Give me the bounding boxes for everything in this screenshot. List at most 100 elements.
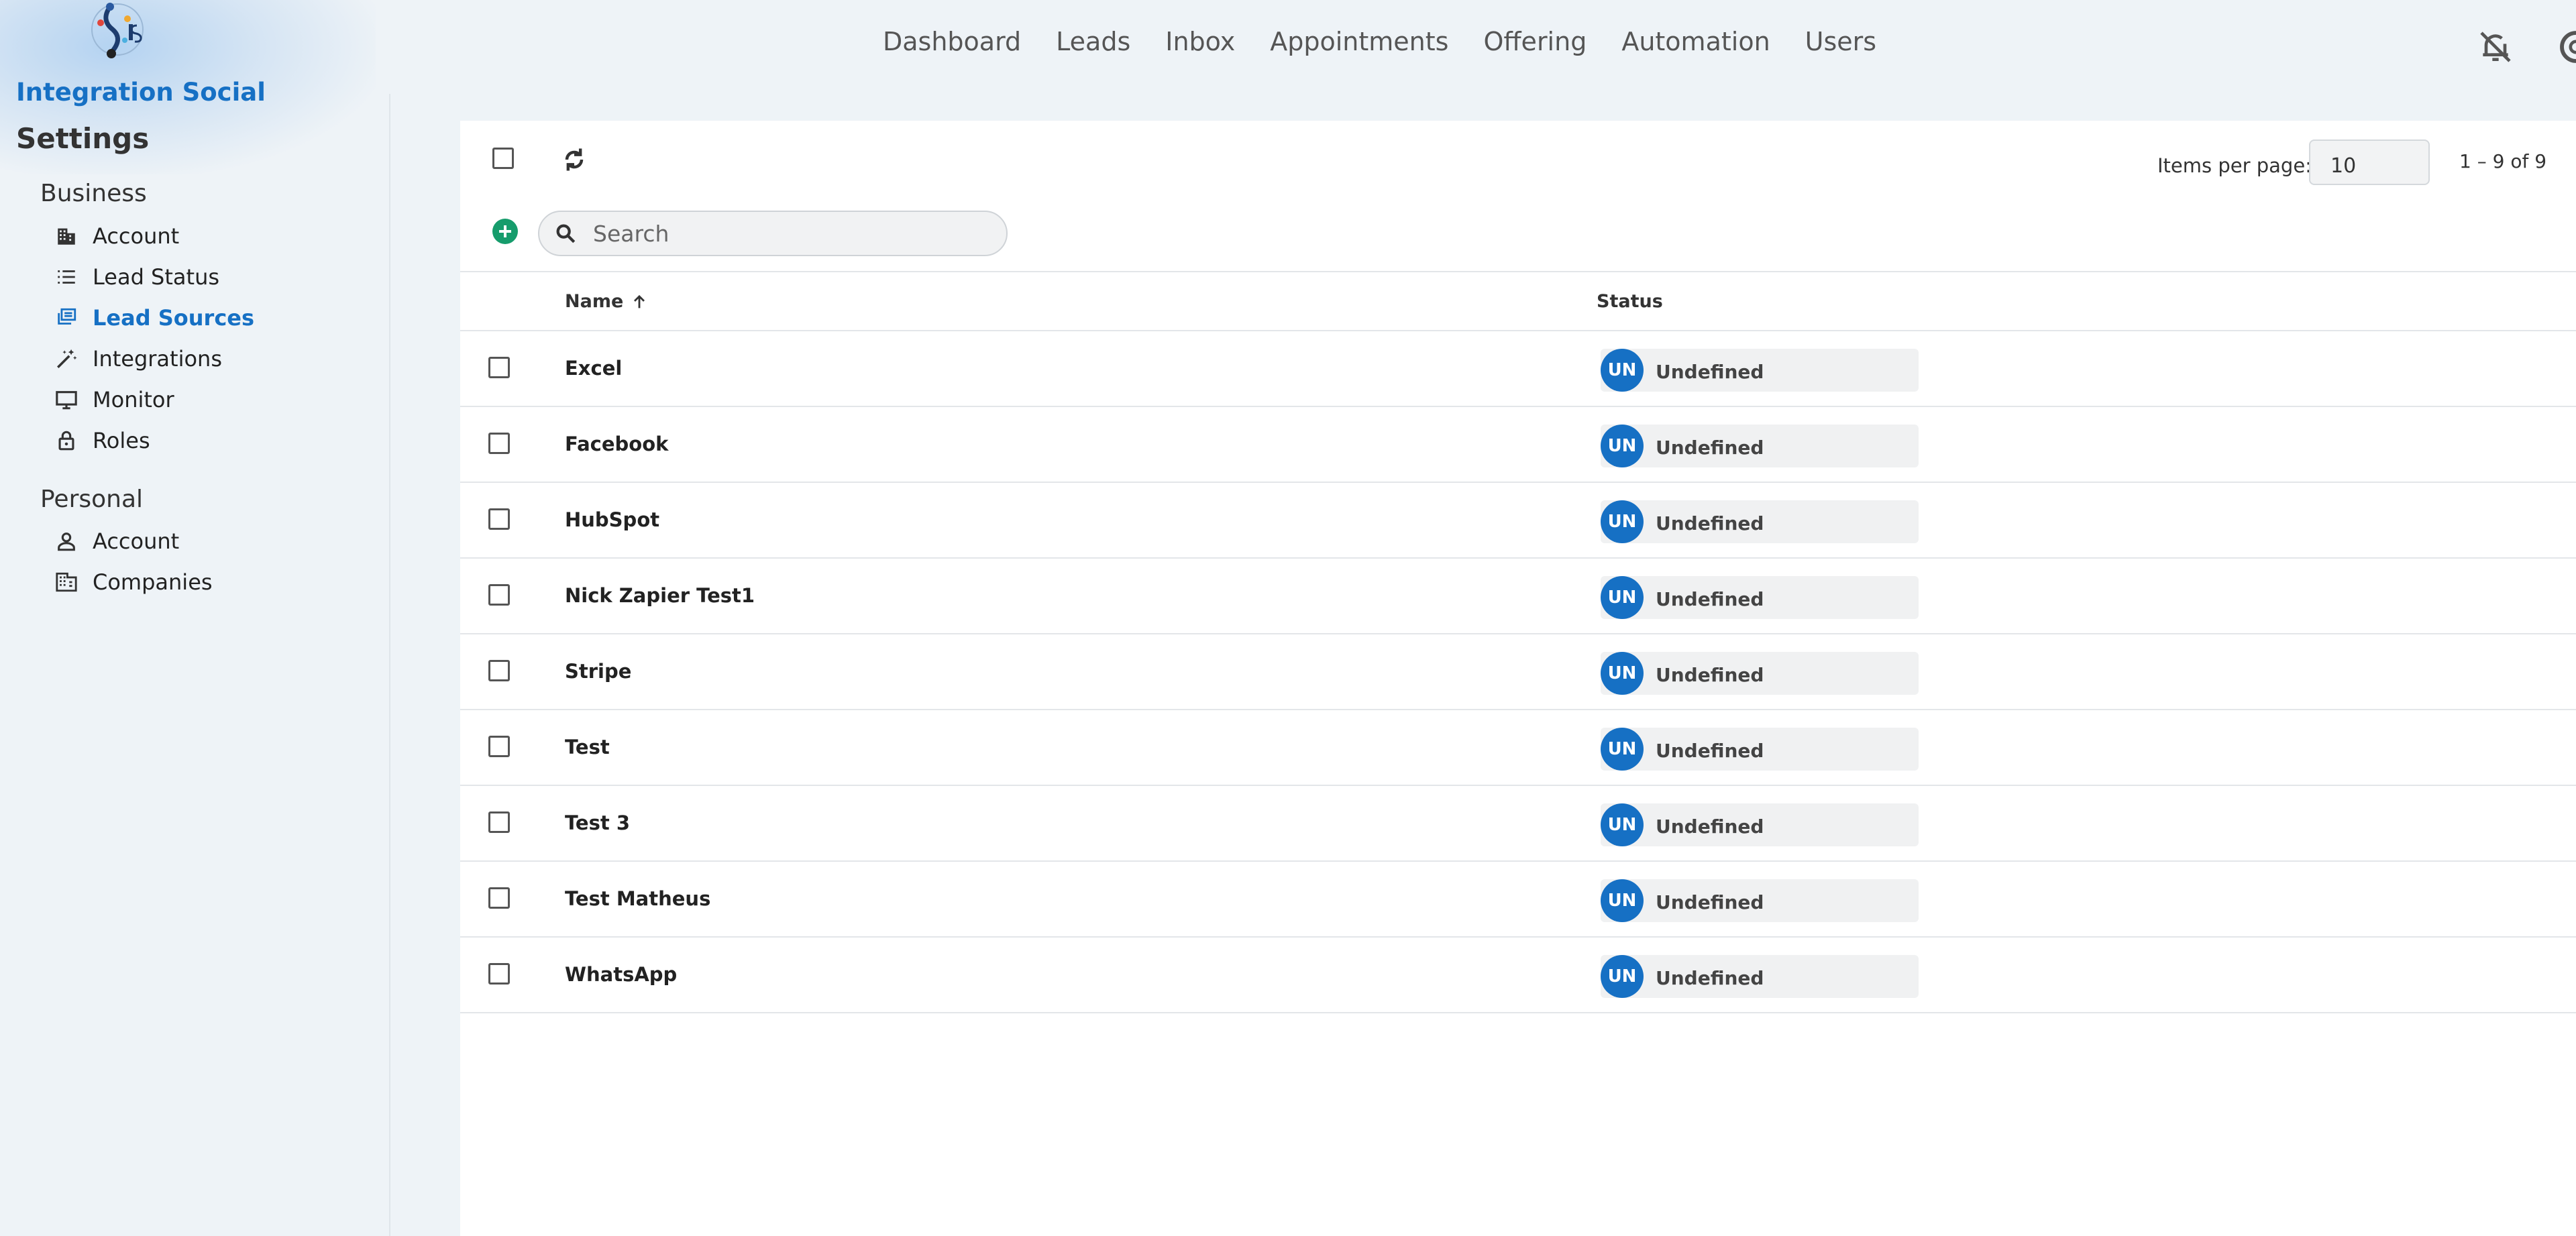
sidebar-item-companies[interactable]: Companies bbox=[54, 565, 213, 600]
table-row[interactable]: Test UN Undefined bbox=[460, 710, 2576, 786]
table-row[interactable]: Excel UN Undefined bbox=[460, 331, 2576, 407]
search-box[interactable] bbox=[538, 211, 1008, 256]
search-icon bbox=[556, 224, 576, 243]
status-label: Undefined bbox=[1656, 816, 1764, 838]
nav-users[interactable]: Users bbox=[1805, 27, 1876, 56]
sidebar-item-label: Companies bbox=[93, 569, 213, 595]
row-checkbox[interactable] bbox=[488, 736, 510, 757]
nav-dashboard[interactable]: Dashboard bbox=[883, 27, 1021, 56]
lead-source-name[interactable]: Test bbox=[565, 736, 610, 759]
status-avatar: UN bbox=[1601, 652, 1644, 695]
column-header-name[interactable]: Name bbox=[565, 291, 649, 312]
logo bbox=[91, 3, 144, 58]
list-icon bbox=[54, 264, 79, 290]
search-input[interactable] bbox=[592, 219, 983, 247]
sidebar-item-label: Lead Status bbox=[93, 264, 220, 290]
status-chip[interactable]: UN Undefined bbox=[1601, 955, 1919, 998]
table-row[interactable]: Facebook UN Undefined bbox=[460, 407, 2576, 483]
plus-icon bbox=[499, 225, 511, 237]
row-checkbox[interactable] bbox=[488, 887, 510, 909]
add-lead-source-button[interactable] bbox=[492, 219, 518, 244]
table-row[interactable]: Test 3 UN Undefined bbox=[460, 786, 2576, 862]
status-chip[interactable]: UN Undefined bbox=[1601, 879, 1919, 922]
building-icon bbox=[54, 223, 79, 249]
status-chip[interactable]: UN Undefined bbox=[1601, 652, 1919, 695]
sidebar-item-monitor[interactable]: Monitor bbox=[54, 382, 174, 417]
sidebar-item-label: Lead Sources bbox=[93, 305, 255, 331]
status-label: Undefined bbox=[1656, 588, 1764, 610]
row-checkbox[interactable] bbox=[488, 584, 510, 606]
status-chip[interactable]: UN Undefined bbox=[1601, 803, 1919, 846]
select-all-checkbox[interactable] bbox=[492, 148, 514, 169]
row-checkbox[interactable] bbox=[488, 433, 510, 454]
sidebar-item-personal-account[interactable]: Account bbox=[54, 524, 179, 559]
status-chip[interactable]: UN Undefined bbox=[1601, 500, 1919, 543]
table-row[interactable]: HubSpot UN Undefined bbox=[460, 483, 2576, 559]
nav-offering[interactable]: Offering bbox=[1483, 27, 1587, 56]
library-icon bbox=[54, 305, 79, 331]
status-avatar: UN bbox=[1601, 728, 1644, 771]
lead-source-name[interactable]: Stripe bbox=[565, 660, 631, 683]
status-avatar: UN bbox=[1601, 879, 1644, 922]
row-checkbox[interactable] bbox=[488, 357, 510, 378]
lead-source-name[interactable]: WhatsApp bbox=[565, 963, 677, 986]
status-label: Undefined bbox=[1656, 512, 1764, 535]
items-per-page-select[interactable]: 10 bbox=[2309, 139, 2430, 185]
table-row[interactable]: Nick Zapier Test1 UN Undefined bbox=[460, 559, 2576, 634]
status-avatar: UN bbox=[1601, 955, 1644, 998]
sidebar-item-label: Roles bbox=[93, 428, 150, 453]
nav-appointments[interactable]: Appointments bbox=[1270, 27, 1448, 56]
nav-inbox[interactable]: Inbox bbox=[1165, 27, 1235, 56]
status-label: Undefined bbox=[1656, 664, 1764, 686]
sidebar-item-account[interactable]: Account bbox=[54, 219, 179, 254]
sidebar-item-roles[interactable]: Roles bbox=[54, 423, 150, 458]
lead-source-name[interactable]: Excel bbox=[565, 357, 622, 380]
table-row[interactable]: Stripe UN Undefined bbox=[460, 634, 2576, 710]
sidebar-item-label: Account bbox=[93, 223, 180, 249]
status-avatar: UN bbox=[1601, 576, 1644, 619]
nav-leads[interactable]: Leads bbox=[1056, 27, 1130, 56]
nav-automation[interactable]: Automation bbox=[1621, 27, 1770, 56]
person-icon bbox=[54, 528, 79, 554]
status-avatar: UN bbox=[1601, 349, 1644, 392]
personal-section-label: Personal bbox=[40, 486, 144, 513]
status-avatar: UN bbox=[1601, 500, 1644, 543]
lead-source-name[interactable]: Nick Zapier Test1 bbox=[565, 584, 755, 607]
status-label: Undefined bbox=[1656, 967, 1764, 989]
status-chip[interactable]: UN Undefined bbox=[1601, 728, 1919, 771]
status-chip[interactable]: UN Undefined bbox=[1601, 349, 1919, 392]
sidebar-item-lead-status[interactable]: Lead Status bbox=[54, 260, 219, 294]
column-header-status[interactable]: Status bbox=[1597, 291, 1663, 312]
status-label: Undefined bbox=[1656, 740, 1764, 762]
status-label: Undefined bbox=[1656, 891, 1764, 913]
sidebar-divider bbox=[389, 94, 390, 1236]
row-checkbox[interactable] bbox=[488, 963, 510, 985]
sidebar-item-integrations[interactable]: Integrations bbox=[54, 341, 222, 376]
sidebar-item-label: Integrations bbox=[93, 346, 222, 372]
notifications-off-icon[interactable] bbox=[2477, 28, 2514, 66]
status-chip[interactable]: UN Undefined bbox=[1601, 425, 1919, 467]
lead-source-name[interactable]: HubSpot bbox=[565, 508, 659, 531]
sidebar-item-lead-sources[interactable]: Lead Sources bbox=[54, 300, 254, 335]
status-chip[interactable]: UN Undefined bbox=[1601, 576, 1919, 619]
lead-source-name[interactable]: Facebook bbox=[565, 433, 668, 455]
monitor-icon bbox=[54, 387, 79, 412]
refresh-icon[interactable] bbox=[559, 145, 589, 174]
table-row[interactable]: WhatsApp UN Undefined bbox=[460, 938, 2576, 1013]
lead-source-name[interactable]: Test Matheus bbox=[565, 887, 710, 910]
table-row[interactable]: Test Matheus UN Undefined bbox=[460, 862, 2576, 938]
magic-wand-icon bbox=[54, 346, 79, 372]
lead-source-name[interactable]: Test 3 bbox=[565, 811, 630, 834]
lead-sources-panel: Items per page: 10 1 – 9 of 9 Name Statu… bbox=[460, 121, 2576, 1236]
brand-name[interactable]: Integration Social bbox=[16, 78, 266, 107]
help-icon[interactable] bbox=[2557, 28, 2576, 66]
lock-icon bbox=[54, 428, 79, 453]
column-header-label: Name bbox=[565, 291, 624, 312]
sort-ascending-icon bbox=[634, 294, 645, 308]
business-section-label: Business bbox=[40, 180, 147, 207]
row-checkbox[interactable] bbox=[488, 508, 510, 530]
companies-icon bbox=[54, 569, 79, 595]
status-label: Undefined bbox=[1656, 361, 1764, 383]
row-checkbox[interactable] bbox=[488, 660, 510, 681]
row-checkbox[interactable] bbox=[488, 811, 510, 833]
